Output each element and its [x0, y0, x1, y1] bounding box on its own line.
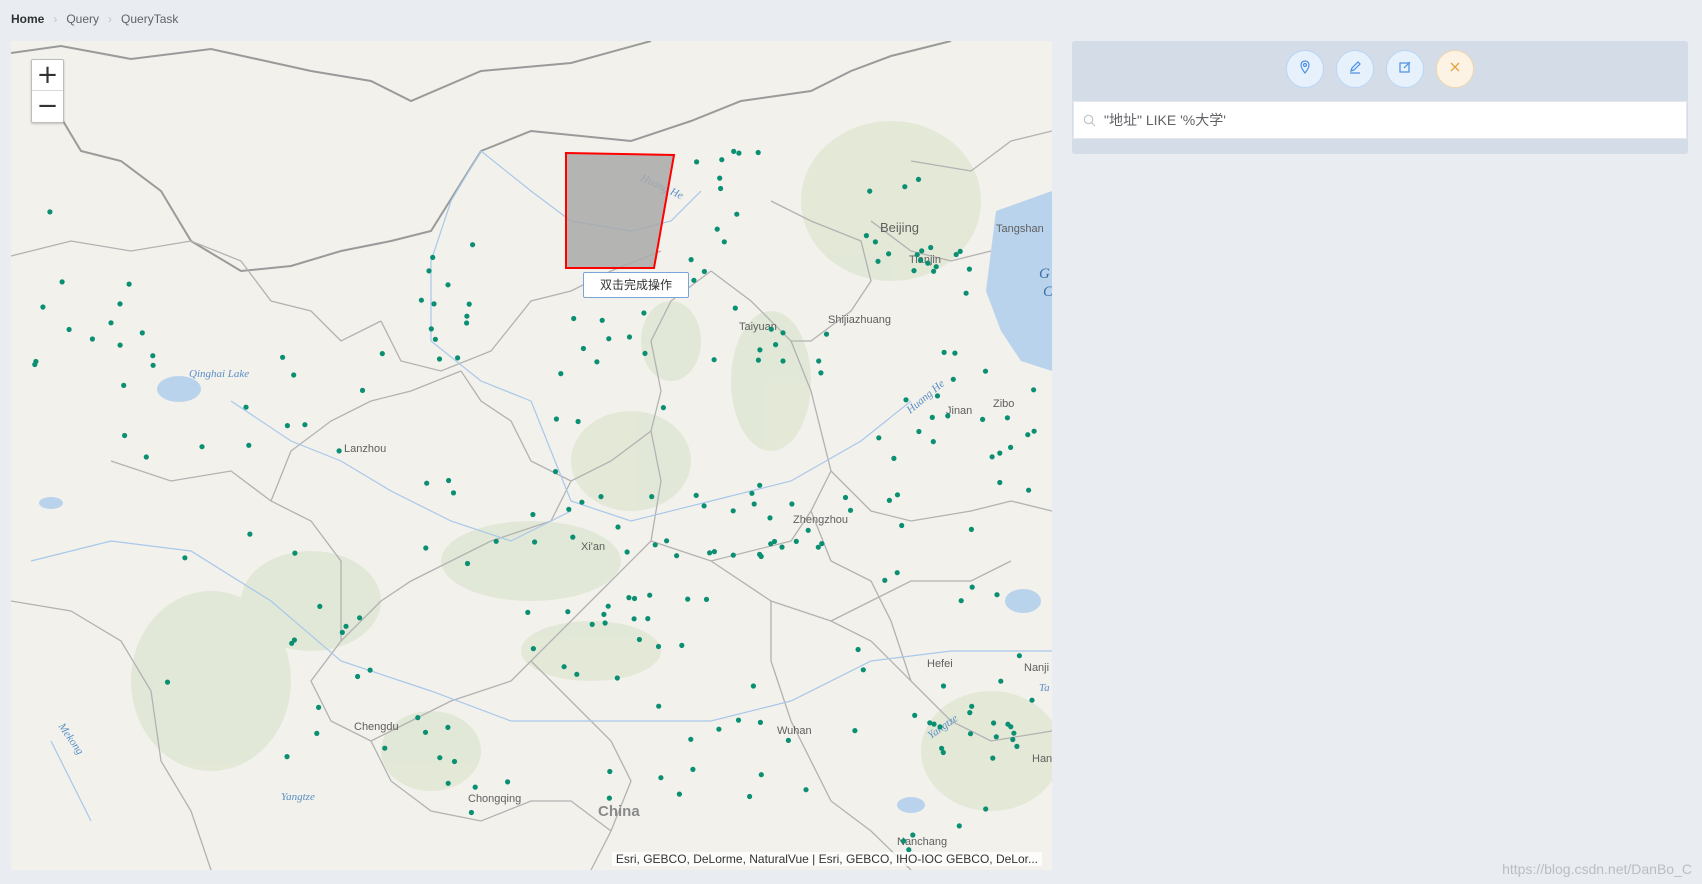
zoom-in-button[interactable]: + [32, 60, 63, 90]
point-query-button[interactable] [1286, 50, 1324, 88]
draw-polygon-button[interactable] [1336, 50, 1374, 88]
chevron-right-icon: › [53, 12, 58, 26]
query-input[interactable] [1104, 112, 1686, 128]
breadcrumb-query[interactable]: Query [66, 12, 99, 26]
breadcrumb: Home › Query › QueryTask [11, 10, 178, 28]
edit-query-button[interactable] [1386, 50, 1424, 88]
pen-icon [1348, 60, 1362, 79]
map-attribution: Esri, GEBCO, DeLorme, NaturalVue | Esri,… [611, 852, 1042, 866]
close-icon [1449, 60, 1461, 78]
location-pin-icon [1298, 59, 1312, 79]
watermark: https://blog.csdn.net/DanBo_C [1502, 861, 1692, 877]
draw-polygon[interactable] [565, 151, 676, 269]
breadcrumb-querytask: QueryTask [121, 12, 179, 26]
query-panel [1072, 41, 1688, 154]
tool-bar [1072, 41, 1688, 97]
search-icon [1074, 114, 1104, 127]
map-view[interactable]: Beijing Tianjin Tangshan Shijiazhuang Ta… [11, 41, 1052, 870]
zoom-out-button[interactable]: − [32, 90, 63, 121]
chevron-right-icon: › [108, 12, 113, 26]
draw-tooltip: 双击完成操作 [583, 272, 690, 298]
zoom-control: + − [31, 59, 64, 123]
breadcrumb-home[interactable]: Home [11, 12, 44, 26]
edit-icon [1398, 60, 1412, 79]
query-search-field[interactable] [1073, 101, 1687, 139]
clear-button[interactable] [1436, 50, 1474, 88]
draw-layer [565, 151, 676, 269]
